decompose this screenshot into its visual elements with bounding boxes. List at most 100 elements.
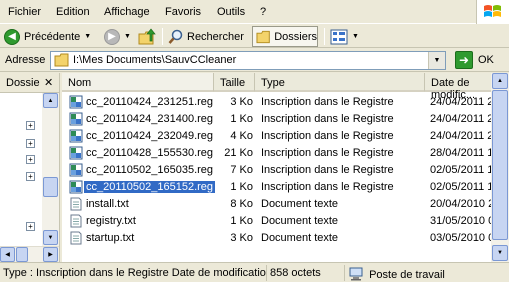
file-type: Inscription dans le Registre <box>261 147 394 159</box>
search-button[interactable]: Rechercher <box>168 25 244 48</box>
file-size: 3 Ko <box>230 96 253 108</box>
file-size: 1 Ko <box>230 215 253 227</box>
column-header-size[interactable]: Taille <box>214 73 255 92</box>
up-folder-button[interactable] <box>138 25 158 48</box>
file-row[interactable]: cc_20110502_165035.reg 7 Ko Inscription da… <box>62 162 509 179</box>
folder-icon <box>54 53 69 67</box>
close-icon[interactable]: ✕ <box>44 76 53 89</box>
registry-file-icon <box>69 163 83 177</box>
file-size: 21 Ko <box>224 147 253 159</box>
search-label: Rechercher <box>187 30 244 43</box>
folders-button[interactable]: Dossiers <box>252 26 318 47</box>
menu-help[interactable]: ? <box>260 6 266 18</box>
back-arrow-icon: ◀ <box>4 28 20 45</box>
scrollbar-thumb[interactable] <box>492 90 508 240</box>
up-folder-icon <box>138 27 156 44</box>
file-name: cc_20110424_232049.reg <box>86 130 214 142</box>
file-row[interactable]: cc_20110424_231400.reg 1 Ko Inscription da… <box>62 111 509 128</box>
scroll-up-icon[interactable]: ▲ <box>492 73 508 89</box>
computer-icon <box>349 267 363 281</box>
back-label: Précédente <box>24 30 81 43</box>
tree-expander-icon[interactable]: + <box>26 222 35 231</box>
views-dropdown-icon[interactable]: ▼ <box>352 33 359 40</box>
file-size: 1 Ko <box>230 113 253 125</box>
tree-expander-icon[interactable]: + <box>26 172 35 181</box>
back-dropdown-icon[interactable]: ▼ <box>84 33 91 40</box>
column-header-name[interactable]: Nom <box>62 73 214 92</box>
file-size: 7 Ko <box>230 164 253 176</box>
status-info: Type : Inscription dans le Registre Date… <box>3 267 266 279</box>
file-size: 4 Ko <box>230 130 253 142</box>
menu-outils[interactable]: Outils <box>217 6 245 18</box>
file-name: cc_20110424_231400.reg <box>86 113 214 125</box>
file-name: registry.txt <box>86 215 136 227</box>
registry-file-icon <box>69 112 83 126</box>
file-size: 8 Ko <box>230 198 253 210</box>
text-file-icon <box>69 231 83 245</box>
windows-logo <box>476 0 509 24</box>
menu-edition[interactable]: Edition <box>56 6 90 18</box>
status-location-label: Poste de travail <box>369 269 445 281</box>
registry-file-icon <box>69 180 83 194</box>
search-icon <box>168 29 183 44</box>
file-list: Nom Taille Type Date de modific... cc_20… <box>62 73 509 262</box>
scrollbar-thumb[interactable] <box>16 247 28 262</box>
status-bar: Type : Inscription dans le Registre Date… <box>0 262 509 282</box>
file-row[interactable]: cc_20110424_232049.reg 4 Ko Inscription da… <box>62 128 509 145</box>
folder-icon <box>256 30 270 43</box>
file-row[interactable]: install.txt 8 Ko Document texte 20/04/2010 … <box>62 196 509 213</box>
menu-fichier[interactable]: Fichier <box>8 6 41 18</box>
windows-flag-icon <box>484 5 501 17</box>
file-row[interactable]: cc_20110502_165152.reg 1 Ko Inscription da… <box>62 179 509 196</box>
views-button[interactable]: ▼ <box>330 25 359 48</box>
file-name: startup.txt <box>86 232 135 244</box>
folder-pane-vertical-scrollbar[interactable]: ▲ ▼ <box>42 93 59 246</box>
registry-file-icon <box>69 129 83 143</box>
go-label: OK <box>478 54 494 66</box>
file-row[interactable]: registry.txt 1 Ko Document texte 31/05/2010… <box>62 213 509 230</box>
scroll-up-icon[interactable]: ▲ <box>43 93 58 108</box>
address-bar: Adresse I:\Mes Documents\SauvCCleaner ▼ … <box>0 49 509 72</box>
folder-pane-horizontal-scrollbar[interactable]: ◀ ▶ <box>0 246 59 262</box>
column-header-type[interactable]: Type <box>255 73 425 92</box>
menu-bar: Fichier Edition Affichage Favoris Outils… <box>0 0 509 24</box>
file-name: install.txt <box>86 198 129 210</box>
scroll-left-icon[interactable]: ◀ <box>0 247 15 262</box>
file-row[interactable]: cc_20110428_155530.reg 21 Ko Inscription d… <box>62 145 509 162</box>
scroll-down-icon[interactable]: ▼ <box>492 245 508 261</box>
file-type: Inscription dans le Registre <box>261 96 394 108</box>
file-row[interactable]: startup.txt 3 Ko Document texte 03/05/2010 … <box>62 230 509 247</box>
file-size: 1 Ko <box>230 181 253 193</box>
tree-expander-icon[interactable]: + <box>26 139 35 148</box>
back-button[interactable]: ◀ Précédente ▼ <box>4 25 91 48</box>
file-size: 3 Ko <box>230 232 253 244</box>
file-type: Inscription dans le Registre <box>261 113 394 125</box>
folder-tree-pane: Dossie ✕ + + + + + ▲ ▼ ◀ ▶ <box>0 73 60 262</box>
tree-expander-icon[interactable]: + <box>26 121 35 130</box>
file-name: cc_20110424_231251.reg <box>86 96 214 108</box>
file-row[interactable]: cc_20110424_231251.reg 3 Ko Inscription da… <box>62 94 509 111</box>
file-type: Inscription dans le Registre <box>261 181 394 193</box>
address-label: Adresse <box>5 54 46 66</box>
forward-button[interactable]: ▶ ▼ <box>104 25 131 48</box>
text-file-icon <box>69 214 83 228</box>
forward-arrow-icon: ▶ <box>104 28 120 45</box>
toolbar-separator <box>324 28 325 45</box>
status-size: 858 octets <box>266 265 344 281</box>
text-file-icon <box>69 197 83 211</box>
address-path: I:\Mes Documents\SauvCCleaner <box>73 54 237 66</box>
address-dropdown-icon[interactable]: ▼ <box>428 52 445 69</box>
forward-dropdown-icon[interactable]: ▼ <box>124 33 131 40</box>
menu-favoris[interactable]: Favoris <box>165 6 201 18</box>
menu-affichage[interactable]: Affichage <box>104 6 150 18</box>
file-name: cc_20110502_165035.reg <box>86 164 214 176</box>
address-field[interactable]: I:\Mes Documents\SauvCCleaner ▼ <box>50 51 446 70</box>
file-type: Document texte <box>261 198 339 210</box>
scrollbar-thumb[interactable] <box>43 177 58 197</box>
scroll-down-icon[interactable]: ▼ <box>43 230 58 245</box>
file-type: Document texte <box>261 215 339 227</box>
tree-expander-icon[interactable]: + <box>26 155 35 164</box>
scroll-right-icon[interactable]: ▶ <box>43 247 58 262</box>
file-list-vertical-scrollbar[interactable]: ▲ ▼ <box>491 73 509 262</box>
go-button[interactable]: ➜ OK <box>455 51 494 69</box>
